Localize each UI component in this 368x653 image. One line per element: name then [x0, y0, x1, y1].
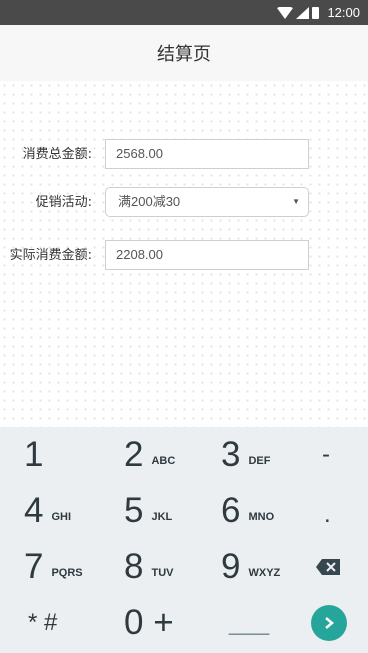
status-bar: 12:00	[0, 0, 368, 25]
dash-symbol: -	[322, 441, 330, 468]
actual-amount-field[interactable]: 2208.00	[105, 240, 309, 270]
key-3[interactable]: 3 DEF	[221, 427, 270, 483]
key-digit: 5	[124, 491, 144, 530]
key-digit: 7	[24, 547, 44, 586]
key-letters: WXYZ	[248, 567, 281, 579]
wifi-icon	[277, 6, 294, 19]
header: 结算页	[0, 25, 368, 81]
numeric-keyboard: 1 2 ABC 3 DEF - 4 GHI 5 JKL 6 MNO . 7 PQ…	[0, 427, 368, 653]
enter-button[interactable]	[311, 595, 347, 651]
star-hash-symbol: * #	[28, 609, 58, 636]
key-8[interactable]: 8 TUV	[124, 539, 173, 595]
key-dash[interactable]: -	[322, 427, 330, 483]
key-0-plus[interactable]: 0 +	[124, 595, 174, 651]
space-symbol: ___	[229, 609, 270, 636]
status-time: 12:00	[327, 5, 360, 20]
key-7[interactable]: 7 PQRS	[24, 539, 83, 595]
page-title: 结算页	[157, 44, 211, 65]
key-digit: 9	[221, 547, 241, 586]
total-amount-label: 消费总金额:	[22, 147, 92, 162]
total-amount-field[interactable]: 2568.00	[105, 139, 309, 169]
key-5[interactable]: 5 JKL	[124, 483, 172, 539]
promotion-select[interactable]: 满200减30 ▼	[105, 187, 309, 217]
key-star-hash[interactable]: * #	[28, 595, 57, 651]
key-digit: 1	[24, 435, 44, 474]
key-digit: 3	[221, 435, 241, 474]
promotion-label: 促销活动:	[35, 195, 92, 210]
status-icons: 12:00	[277, 4, 360, 21]
enter-circle	[311, 605, 347, 641]
battery-icon	[312, 6, 320, 19]
key-digit: 6	[221, 491, 241, 530]
key-letters: TUV	[151, 567, 174, 579]
key-letters: JKL	[151, 511, 173, 523]
backspace-icon	[316, 559, 340, 575]
key-period[interactable]: .	[324, 487, 331, 543]
period-symbol: .	[324, 501, 331, 528]
key-letters: ABC	[151, 455, 176, 467]
zero-plus-symbol: 0 +	[124, 603, 174, 642]
key-2[interactable]: 2 ABC	[124, 427, 175, 483]
key-backspace[interactable]	[316, 539, 340, 595]
key-space[interactable]: ___	[229, 595, 269, 651]
key-4[interactable]: 4 GHI	[24, 483, 71, 539]
cell-signal-icon	[296, 6, 310, 19]
dropdown-arrow-icon: ▼	[292, 197, 300, 206]
key-9[interactable]: 9 WXYZ	[221, 539, 280, 595]
key-digit: 4	[24, 491, 44, 530]
key-digit: 8	[124, 547, 144, 586]
key-letters: PQRS	[51, 567, 83, 579]
promotion-selected-value: 满200减30	[118, 194, 181, 209]
key-letters: DEF	[248, 455, 271, 467]
key-letters: MNO	[248, 511, 275, 523]
actual-amount-label: 实际消费金额:	[9, 248, 92, 263]
total-amount-row: 消费总金额: 2568.00	[0, 139, 368, 171]
promotion-row: 促销活动: 满200减30 ▼	[0, 187, 368, 219]
actual-amount-row: 实际消费金额: 2208.00	[0, 240, 368, 272]
key-letters: GHI	[51, 511, 72, 523]
key-6[interactable]: 6 MNO	[221, 483, 274, 539]
checkout-form: 消费总金额: 2568.00 促销活动: 满200减30 ▼ 实际消费金额: 2…	[0, 81, 368, 427]
key-1[interactable]: 1	[24, 427, 43, 483]
chevron-right-icon	[325, 617, 334, 629]
key-digit: 2	[124, 435, 144, 474]
